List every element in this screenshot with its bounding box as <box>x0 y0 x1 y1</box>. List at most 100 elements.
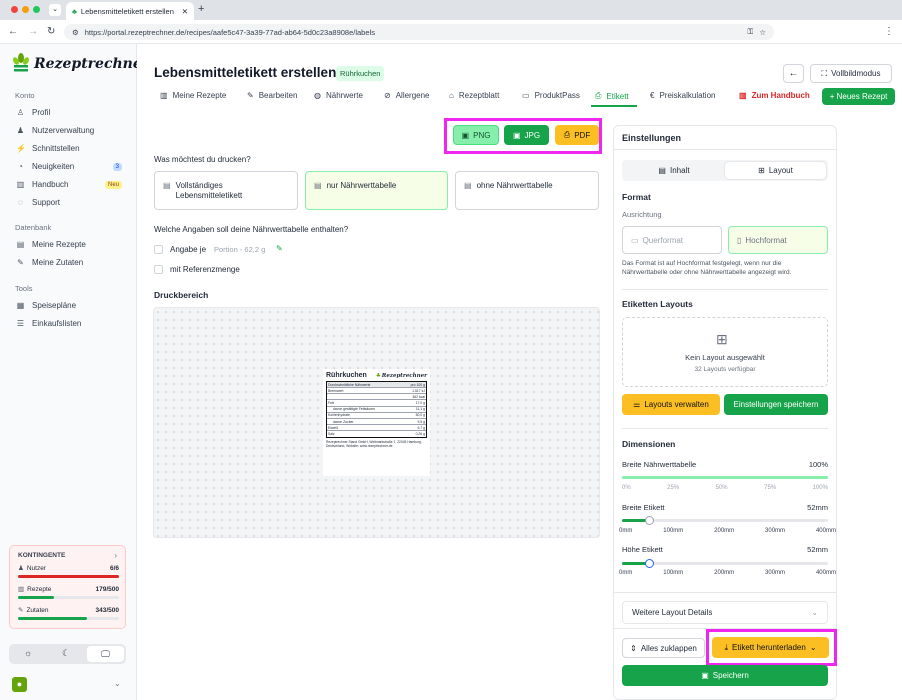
breite-tabelle-value: 100% <box>808 460 828 469</box>
no-layout-text: Kein Layout ausgewählt <box>685 353 765 362</box>
print-option[interactable]: ▤ nur Nährwerttabelle <box>305 171 448 210</box>
nutrition-value: 17,0 g <box>415 400 425 405</box>
tab-bearbeiten[interactable]: ✎ Bearbeiten <box>247 91 297 100</box>
hoehe-etikett-slider[interactable] <box>622 559 828 568</box>
querformat-option[interactable]: ▭ Querformat <box>622 226 722 254</box>
bookmark-star-icon[interactable]: ☆ <box>759 28 766 37</box>
tab-zum-handbuch[interactable]: ▥ Zum Handbuch <box>739 91 810 100</box>
sidebar-item-meine-zutaten[interactable]: ✎ Meine Zutaten <box>16 258 126 267</box>
close-window-dot[interactable] <box>11 6 18 13</box>
angabe-value[interactable]: Portion - 62,2 g <box>214 245 265 254</box>
site-info-icon[interactable]: ⚙ <box>72 28 79 37</box>
tick-label: 0% <box>622 485 631 491</box>
print-option[interactable]: ▤ Vollständiges Lebensmitteletikett <box>154 171 298 210</box>
save-settings-button[interactable]: Einstellungen speichern <box>724 394 828 415</box>
euro-icon: € <box>650 91 655 100</box>
tick-label: 200mm <box>714 570 735 576</box>
new-tab-icon[interactable]: + <box>198 3 204 15</box>
document-icon: ▤ <box>658 166 666 175</box>
page-title: Lebensmitteletikett erstellen <box>154 65 337 80</box>
nutrition-value: 6,7 g <box>417 425 425 430</box>
monitor-icon[interactable]: 🖵 <box>87 646 124 662</box>
password-key-icon[interactable]: ⚿ <box>748 27 754 37</box>
png-button[interactable]: ▣ PNG <box>453 125 499 145</box>
document-icon: ▤ <box>464 181 472 190</box>
sidebar-item-speisepläne[interactable]: ▦ Speisepläne <box>16 301 126 310</box>
save-button[interactable]: ▣ Speichern <box>622 665 828 686</box>
referenz-checkbox[interactable] <box>154 265 163 274</box>
collapse-all-button[interactable]: ⇕ Alles zuklappen <box>622 638 705 658</box>
close-tab-icon[interactable]: ✕ <box>182 7 188 16</box>
download-icon: ⤓ <box>724 642 728 652</box>
pencil-icon[interactable]: ✎ <box>276 244 283 253</box>
maximize-window-dot[interactable] <box>33 6 40 13</box>
brand-logo[interactable]: Rezeptrechner <box>12 53 149 75</box>
new-recipe-button[interactable]: + Neues Rezept <box>822 88 895 105</box>
layout-selector[interactable] <box>622 317 828 387</box>
tab-rezeptblatt[interactable]: ⌂ Rezeptblatt <box>449 91 499 100</box>
brand-name: Rezeptrechner <box>34 56 150 72</box>
layouts-title: Etiketten Layouts <box>622 299 693 309</box>
reload-icon[interactable]: ↻ <box>47 26 55 37</box>
minimize-window-dot[interactable] <box>22 6 29 13</box>
sidebar-item-handbuch[interactable]: ▥ Handbuch Neu <box>16 180 126 189</box>
tab-inhalt[interactable]: ▤ Inhalt <box>624 162 724 179</box>
kontingent-value: 6/6 <box>109 564 119 572</box>
fullscreen-button[interactable]: ⛶ Vollbildmodus <box>810 64 892 83</box>
tab-preiskalkulation[interactable]: € Preiskalkulation <box>650 91 715 100</box>
slider-handle[interactable] <box>644 559 654 568</box>
back-button[interactable]: ← <box>783 64 804 83</box>
sidebar-item-meine-rezepte[interactable]: ▤ Meine Rezepte <box>16 240 126 249</box>
tab-layout[interactable]: ⊞ Layout <box>725 162 826 179</box>
weitere-details-accordion[interactable]: Weitere Layout Details ⌄ <box>622 601 828 624</box>
tab-list-chevron-icon[interactable]: ⌄ <box>49 4 61 16</box>
tick-label: 0mm <box>619 570 633 576</box>
tab-meine-rezepte[interactable]: ▥ Meine Rezepte <box>160 91 226 100</box>
jpg-button[interactable]: ▣ JPG <box>504 125 549 145</box>
sidebar-badge: 3 <box>112 162 122 171</box>
tab-etikett[interactable]: ⎙ Etikett <box>595 91 629 101</box>
manage-layouts-button[interactable]: ⚌ Layouts verwalten <box>622 394 720 415</box>
slider-handle[interactable] <box>644 516 654 525</box>
users-icon: ♟ <box>18 565 24 572</box>
breite-tabelle-slider[interactable] <box>622 476 828 479</box>
address-bar[interactable]: ⚙ https://portal.rezeptrechner.de/recipe… <box>64 24 774 40</box>
browser-menu-icon[interactable]: ⋮ <box>884 26 894 37</box>
layouts-count: 32 Layouts verfügbar <box>694 366 756 373</box>
breite-etikett-slider[interactable] <box>622 516 828 525</box>
tick-label: 75% <box>764 485 777 491</box>
avatar[interactable]: ● <box>12 677 27 692</box>
sidebar-item-schnittstellen[interactable]: ⚡ Schnittstellen <box>16 144 126 153</box>
user-menu-chevron-icon[interactable]: ⌄ <box>114 679 121 688</box>
sidebar-item-einkaufslisten[interactable]: ☰ Einkaufslisten <box>16 319 126 328</box>
kontingente-card[interactable]: KONTINGENTE › ♟ Nutzer 6/6 ▥ Rezepte 179… <box>9 545 126 629</box>
chevron-down-icon: ⌄ <box>811 608 818 617</box>
sun-icon[interactable]: ☼ <box>24 648 32 658</box>
book-icon: ▥ <box>18 586 25 593</box>
hochformat-option[interactable]: ▯ Hochformat <box>728 226 828 254</box>
chevron-down-icon: ⌄ <box>809 643 817 652</box>
back-icon[interactable]: ← <box>8 26 18 37</box>
kontingent-row: ✎ Zutaten 343/500 <box>18 606 119 620</box>
png-label: PNG <box>473 130 491 140</box>
tab-allergene[interactable]: ⊘ Allergene <box>384 91 430 100</box>
nutrition-key: davon Zucker <box>333 419 354 424</box>
grid-icon: ⊞ <box>758 166 765 175</box>
sidebar-item-nutzerverwaltung[interactable]: ♟ Nutzerverwaltung <box>16 126 126 135</box>
sidebar-item-neuigkeiten[interactable]: ◔ Neuigkeiten 3 <box>16 162 126 171</box>
tab-produktpass[interactable]: ▭ ProduktPass <box>522 91 580 100</box>
download-label-button[interactable]: ⤓ Etikett herunterladen ⌄ <box>712 637 829 658</box>
tab-nährwerte[interactable]: ◍ Nährwerte <box>314 91 363 100</box>
moon-icon[interactable]: ☾ <box>62 648 70 659</box>
print-option[interactable]: ▤ ohne Nährwerttabelle <box>455 171 599 210</box>
sidebar-item-profil[interactable]: ♙ Profil <box>16 108 126 117</box>
angabe-checkbox[interactable] <box>154 245 163 254</box>
hat-icon: ⌂ <box>449 91 454 100</box>
forward-icon[interactable]: → <box>28 26 38 37</box>
pdf-button[interactable]: ⎙ PDF <box>555 125 599 145</box>
tab-layout-label: Layout <box>768 166 793 175</box>
sidebar-item-support[interactable]: ◌ Support <box>16 198 126 207</box>
browser-tab[interactable]: ♣ Lebensmitteletikett erstellen ✕ <box>66 2 194 20</box>
sidebar-badge: Neu <box>104 180 122 189</box>
label-brand-name: Rezeptrechner <box>381 372 427 379</box>
